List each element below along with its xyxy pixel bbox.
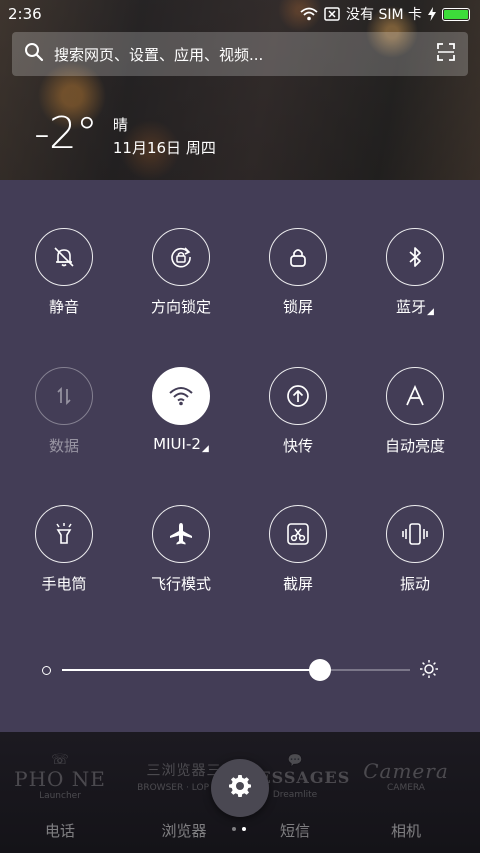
more-indicator: ◢ <box>427 307 434 317</box>
toggle-mute[interactable]: 静音 <box>4 228 124 338</box>
toggle-label: 快传 <box>282 437 313 455</box>
toggle-label: 截屏 <box>282 575 313 593</box>
bluetooth-icon[interactable] <box>386 228 444 286</box>
toggle-label: 方向锁定 <box>150 298 211 316</box>
no-sim-icon <box>324 7 340 21</box>
toggle-label: 飞行模式 <box>150 575 211 593</box>
toggle-label: 振动 <box>399 575 430 593</box>
toggle-label: 静音 <box>48 298 79 316</box>
status-icons: 没有 SIM 卡 <box>300 4 470 24</box>
toggle-auto-brightness[interactable]: 自动亮度 <box>355 367 475 477</box>
mobile-data-icon[interactable] <box>35 367 93 425</box>
gear-icon <box>228 774 252 802</box>
control-center-panel: 静音 方向锁定 锁屏 蓝牙◢ 数据 MIUI-2◢ 快传 自动亮度 手电筒 飞行… <box>0 180 480 732</box>
brightness-track-filled <box>62 669 320 671</box>
dock-app-label: 电话 <box>44 822 75 840</box>
dock-app-label: 相机 <box>390 822 421 840</box>
rotation-lock-icon[interactable] <box>152 228 210 286</box>
auto-brightness-icon[interactable] <box>386 367 444 425</box>
more-indicator: ◢ <box>201 444 209 454</box>
weather-info: 晴 11月16日 周四 <box>113 114 216 160</box>
dock-app-camera[interactable]: Camera CAMERA 相机 <box>346 742 466 852</box>
mute-bell-icon[interactable] <box>35 228 93 286</box>
brightness-low-icon <box>42 666 51 675</box>
toggle-vibrate[interactable]: 振动 <box>355 505 475 615</box>
dock-app-label: 浏览器 <box>161 822 207 840</box>
toggle-rotation-lock[interactable]: 方向锁定 <box>121 228 241 338</box>
battery-level <box>444 9 468 19</box>
toggle-label: 数据 <box>48 437 79 455</box>
transfer-icon[interactable] <box>269 367 327 425</box>
toggle-wifi[interactable]: MIUI-2◢ <box>121 367 241 477</box>
battery-icon <box>442 7 470 21</box>
brightness-slider[interactable] <box>0 650 480 690</box>
toggle-lock-screen[interactable]: 锁屏 <box>238 228 358 338</box>
toggle-label: 锁屏 <box>282 298 313 316</box>
brightness-thumb[interactable] <box>308 659 331 681</box>
status-time: 2:36 <box>8 5 42 23</box>
phone-app-icon[interactable]: ☏ PHO NE Launcher <box>10 742 110 812</box>
toggle-label: 自动亮度 <box>384 437 445 455</box>
search-icon <box>24 42 44 66</box>
flashlight-icon[interactable] <box>35 505 93 563</box>
settings-button[interactable] <box>211 759 269 817</box>
weather-widget[interactable]: -2° 晴 11月16日 周四 <box>34 110 216 160</box>
toggle-airplane-mode[interactable]: 飞行模式 <box>121 505 241 615</box>
lock-icon[interactable] <box>269 228 327 286</box>
toggle-label: 蓝牙◢ <box>396 298 434 317</box>
weather-date: 11月16日 周四 <box>112 139 216 157</box>
scan-icon[interactable] <box>436 42 456 66</box>
brightness-track[interactable] <box>319 669 410 671</box>
dock-app-label: 短信 <box>279 822 310 840</box>
search-bar[interactable]: 搜索网页、设置、应用、视频... <box>12 32 468 76</box>
toggle-flashlight[interactable]: 手电筒 <box>4 505 124 615</box>
camera-app-icon[interactable]: Camera CAMERA <box>356 742 456 812</box>
charging-icon <box>428 7 436 21</box>
dock-app-phone[interactable]: ☏ PHO NE Launcher 电话 <box>0 742 120 852</box>
toggle-quick-transfer[interactable]: 快传 <box>238 367 358 477</box>
weather-condition: 晴 <box>112 116 128 134</box>
toggle-label: 手电筒 <box>41 575 87 593</box>
screenshot-icon[interactable] <box>269 505 327 563</box>
status-bar: 2:36 没有 SIM 卡 <box>0 0 480 28</box>
wifi-icon <box>300 7 318 21</box>
page-dot <box>232 827 236 831</box>
toggle-label: MIUI-2◢ <box>153 435 209 454</box>
toggle-bluetooth[interactable]: 蓝牙◢ <box>355 228 475 338</box>
page-dot-active <box>242 827 246 831</box>
toggle-screenshot[interactable]: 截屏 <box>238 505 358 615</box>
temperature: -2° <box>34 108 98 159</box>
wifi-icon[interactable] <box>152 367 210 425</box>
page-indicator <box>232 827 246 831</box>
sim-status-text: 没有 SIM 卡 <box>346 7 422 23</box>
vibrate-icon[interactable] <box>386 505 444 563</box>
search-input[interactable]: 搜索网页、设置、应用、视频... <box>54 44 436 65</box>
brightness-high-icon <box>419 659 439 683</box>
airplane-icon[interactable] <box>152 505 210 563</box>
toggle-mobile-data[interactable]: 数据 <box>4 367 124 477</box>
